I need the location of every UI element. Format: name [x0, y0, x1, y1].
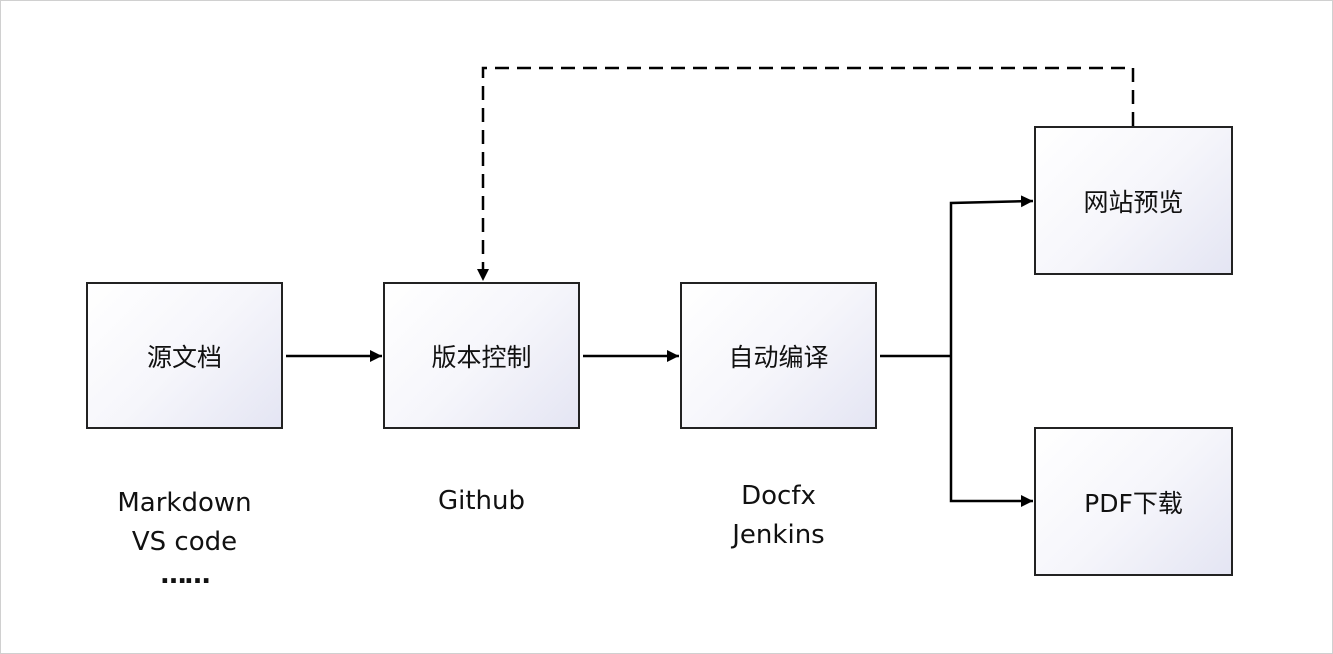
node-version-control-label: 版本控制 [431, 342, 532, 372]
caption-build-tools: Docfx Jenkins [680, 477, 877, 555]
node-pdf-download: PDF下载 [1034, 427, 1233, 576]
caption-vcs-tools: Github [383, 482, 580, 521]
node-version-control: 版本控制 [383, 282, 580, 429]
caption-line: Docfx [741, 481, 816, 511]
edge-split-to-preview [949, 195, 1034, 356]
caption-ellipsis: …… [160, 560, 211, 590]
node-site-preview: 网站预览 [1034, 126, 1233, 275]
caption-line: Markdown [117, 488, 252, 518]
node-source-docs-label: 源文档 [146, 342, 222, 372]
node-auto-build: 自动编译 [680, 282, 877, 429]
caption-source-tools: Markdown VS code …… [86, 484, 283, 595]
caption-line: Jenkins [732, 520, 825, 550]
caption-line: Github [437, 486, 526, 516]
node-auto-build-label: 自动编译 [728, 342, 829, 372]
node-pdf-download-label: PDF下载 [1084, 488, 1183, 518]
node-source-docs: 源文档 [86, 282, 283, 429]
node-site-preview-label: 网站预览 [1083, 187, 1184, 217]
edge-split-to-pdf [949, 356, 1033, 507]
